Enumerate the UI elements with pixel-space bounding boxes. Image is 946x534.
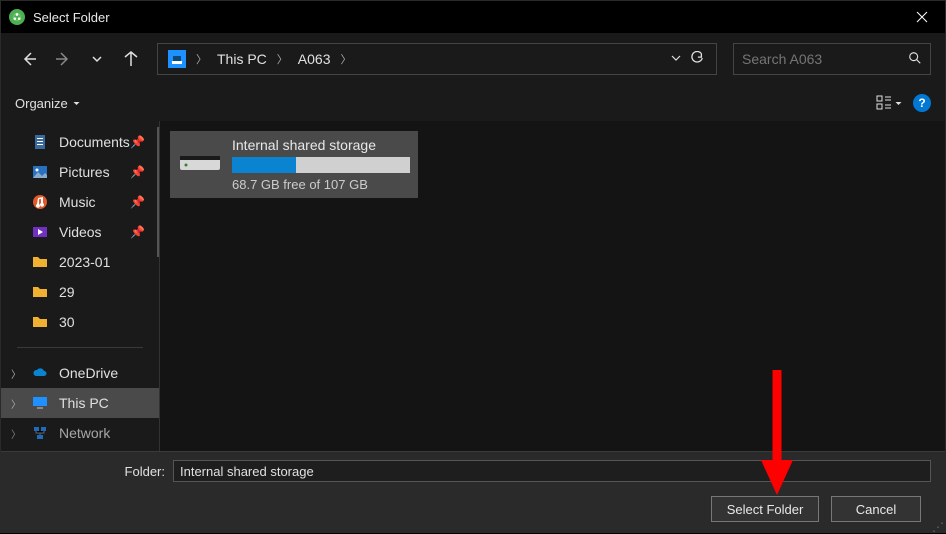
drive-icon (178, 137, 222, 181)
forward-button[interactable] (49, 45, 77, 73)
command-toolbar: Organize ? (1, 85, 945, 121)
sidebar-item-folder[interactable]: 30 (1, 307, 159, 337)
organize-menu[interactable]: Organize (15, 96, 81, 111)
view-button[interactable] (876, 95, 903, 111)
sidebar-item-label: Music (59, 194, 96, 210)
drive-usage-bar (232, 157, 410, 173)
sidebar-item-documents[interactable]: Documents 📌 (1, 127, 159, 157)
document-icon (31, 133, 49, 151)
help-button[interactable]: ? (913, 94, 931, 112)
search-input[interactable] (742, 51, 892, 67)
sidebar-item-videos[interactable]: Videos 📌 (1, 217, 159, 247)
network-icon (31, 424, 49, 442)
window-title: Select Folder (33, 10, 110, 25)
breadcrumb-this-pc[interactable]: This PC (211, 51, 273, 67)
cloud-icon (31, 364, 49, 382)
content-pane[interactable]: Internal shared storage 68.7 GB free of … (159, 121, 945, 451)
nav-toolbar: 〉 This PC 〉 A063 〉 (1, 33, 945, 85)
folder-field-label: Folder: (15, 464, 165, 479)
cancel-button[interactable]: Cancel (831, 496, 921, 522)
chevron-right-icon[interactable]: 〉 (277, 51, 288, 67)
up-button[interactable] (117, 45, 145, 73)
chevron-right-icon[interactable]: 〉 (196, 51, 207, 67)
sidebar-item-label: 29 (59, 284, 75, 300)
videos-icon (31, 223, 49, 241)
sidebar-item-label: Pictures (59, 164, 110, 180)
sidebar-item-onedrive[interactable]: 〉 OneDrive (1, 358, 159, 388)
breadcrumb-a063[interactable]: A063 (292, 51, 337, 67)
sidebar-item-label: Videos (59, 224, 102, 240)
address-dropdown-icon[interactable] (670, 51, 682, 67)
sidebar-item-music[interactable]: Music 📌 (1, 187, 159, 217)
sidebar-item-network[interactable]: 〉 Network (1, 418, 159, 448)
resize-grip[interactable]: ⋰ (932, 523, 944, 531)
select-folder-dialog: Select Folder 〉 This PC 〉 (0, 0, 946, 533)
sidebar-item-label: OneDrive (59, 365, 118, 381)
back-button[interactable] (15, 45, 43, 73)
sidebar-item-label: Documents (59, 134, 130, 150)
sidebar-item-label: 30 (59, 314, 75, 330)
breadcrumb-bar[interactable]: 〉 This PC 〉 A063 〉 (157, 43, 717, 75)
folder-icon (31, 313, 49, 331)
chevron-right-icon[interactable]: 〉 (341, 51, 352, 67)
drive-name: Internal shared storage (232, 137, 410, 153)
drive-item[interactable]: Internal shared storage 68.7 GB free of … (170, 131, 418, 198)
drive-free-text: 68.7 GB free of 107 GB (232, 177, 410, 192)
folder-icon (31, 283, 49, 301)
body: Documents 📌 Pictures 📌 Music 📌 Videos 📌 (1, 121, 945, 451)
recent-dropdown[interactable] (83, 45, 111, 73)
select-folder-button[interactable]: Select Folder (711, 496, 819, 522)
pin-icon: 📌 (130, 195, 145, 209)
sidebar-item-this-pc[interactable]: 〉 This PC (1, 388, 159, 418)
pc-icon (31, 394, 49, 412)
chevron-right-icon[interactable]: 〉 (11, 396, 21, 411)
pictures-icon (31, 163, 49, 181)
music-icon (31, 193, 49, 211)
search-icon[interactable] (908, 51, 922, 68)
bottom-panel: Folder: Select Folder Cancel (1, 451, 945, 532)
sidebar-item-label: Network (59, 425, 110, 441)
location-icon (168, 50, 186, 68)
pin-icon: 📌 (130, 135, 145, 149)
chevron-right-icon[interactable]: 〉 (11, 366, 21, 381)
folder-input[interactable] (173, 460, 931, 482)
close-button[interactable] (899, 1, 945, 33)
sidebar-item-pictures[interactable]: Pictures 📌 (1, 157, 159, 187)
pin-icon: 📌 (130, 165, 145, 179)
separator (17, 347, 143, 348)
search-box[interactable] (733, 43, 931, 75)
organize-label: Organize (15, 96, 68, 111)
pin-icon: 📌 (130, 225, 145, 239)
sidebar-item-label: This PC (59, 395, 109, 411)
sidebar-item-folder[interactable]: 2023-01 (1, 247, 159, 277)
sidebar-item-folder[interactable]: 29 (1, 277, 159, 307)
folder-icon (31, 253, 49, 271)
titlebar: Select Folder (1, 1, 945, 33)
navigation-pane[interactable]: Documents 📌 Pictures 📌 Music 📌 Videos 📌 (1, 121, 159, 451)
app-icon (9, 9, 25, 25)
refresh-button[interactable] (690, 51, 704, 68)
sidebar-item-label: 2023-01 (59, 254, 110, 270)
chevron-right-icon[interactable]: 〉 (11, 426, 21, 441)
